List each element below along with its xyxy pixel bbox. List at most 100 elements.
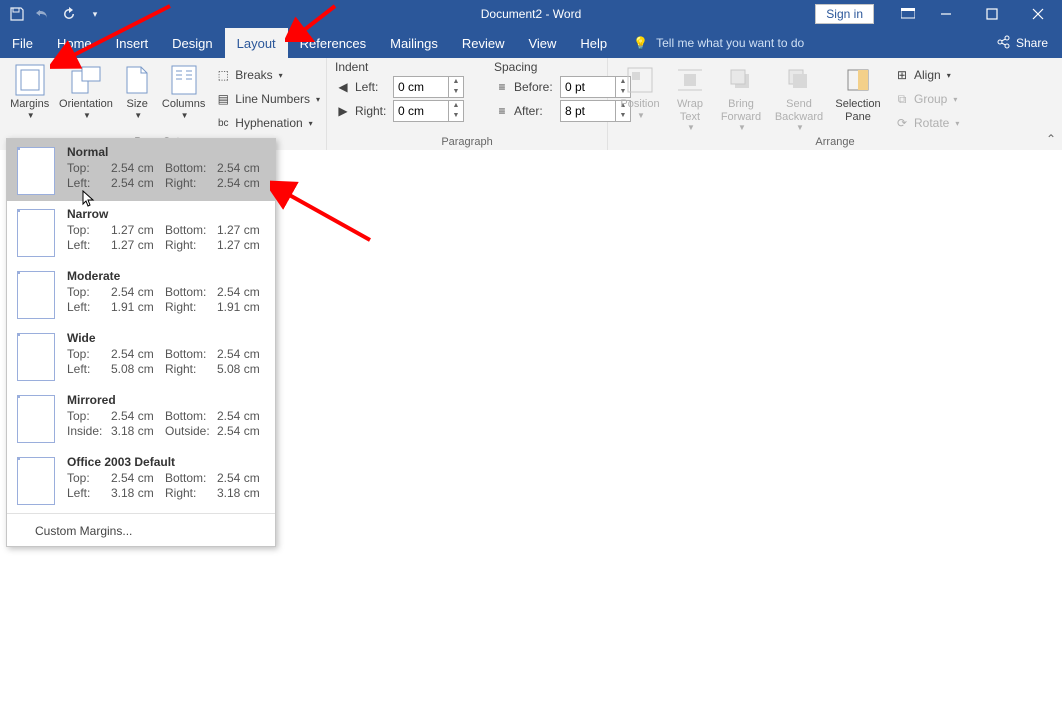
margin-option-name: Moderate (67, 269, 271, 283)
margin-option-name: Narrow (67, 207, 271, 221)
margins-option-normal[interactable]: Normal Top:2.54 cmBottom:2.54 cm Left:2.… (7, 139, 275, 201)
tab-design[interactable]: Design (160, 28, 224, 58)
bring-forward-label: Bring Forward (714, 98, 768, 123)
rotate-icon: ⟳ (894, 115, 910, 131)
sign-in-button[interactable]: Sign in (815, 4, 874, 24)
ribbon-tabs: File Home Insert Design Layout Reference… (0, 28, 1062, 58)
tab-help[interactable]: Help (568, 28, 619, 58)
hyphenation-button[interactable]: bcHyphenation▾ (215, 112, 320, 134)
size-icon (121, 64, 153, 96)
size-label: Size (127, 98, 148, 111)
margin-preview-icon (17, 209, 55, 257)
spacing-after-label: After: (514, 104, 556, 118)
tab-view[interactable]: View (516, 28, 568, 58)
margins-option-moderate[interactable]: Moderate Top:2.54 cmBottom:2.54 cm Left:… (7, 263, 275, 325)
selection-pane-label: Selection Pane (830, 98, 886, 123)
margin-option-name: Wide (67, 331, 271, 345)
group-paragraph: Indent ◀Left:▲▼ ▶Right:▲▼ Spacing ≡Befor… (327, 58, 608, 150)
margin-preview-icon (17, 457, 55, 505)
share-icon (996, 35, 1010, 52)
group-arrange: Position▼ Wrap Text▼ Bring Forward▼ Send… (608, 58, 1062, 150)
align-icon: ⊞ (894, 67, 910, 83)
margin-preview-icon (17, 271, 55, 319)
tell-me-label: Tell me what you want to do (656, 36, 804, 50)
quick-access-toolbar: ▾ (0, 3, 112, 25)
close-button[interactable] (1016, 0, 1060, 28)
tab-mailings[interactable]: Mailings (378, 28, 450, 58)
position-label: Position (620, 98, 659, 111)
orientation-button[interactable]: Orientation▼ (55, 62, 116, 120)
indent-right-icon: ▶ (335, 103, 351, 119)
redo-icon[interactable] (58, 3, 80, 25)
orientation-icon (70, 64, 102, 96)
columns-label: Columns (162, 98, 205, 111)
tab-insert[interactable]: Insert (104, 28, 161, 58)
margin-preview-icon (17, 147, 55, 195)
rotate-button: ⟳Rotate▾ (894, 112, 959, 134)
margin-preview-icon (17, 333, 55, 381)
collapse-ribbon-icon[interactable]: ⌃ (1046, 132, 1056, 146)
indent-left-input[interactable]: ▲▼ (393, 76, 464, 98)
send-backward-label: Send Backward (770, 98, 828, 123)
send-backward-icon (783, 64, 815, 96)
spacing-before-icon: ≡ (494, 79, 510, 95)
align-label: Align (914, 68, 941, 82)
breaks-label: Breaks (235, 68, 272, 82)
line-numbers-label: Line Numbers (235, 92, 310, 106)
selection-pane-button[interactable]: Selection Pane (830, 62, 886, 123)
group-button: ⧉Group▾ (894, 88, 959, 110)
selection-pane-icon (842, 64, 874, 96)
group-page-setup: Margins▼ Orientation▼ Size▼ Columns▼ ⬚ Br… (0, 58, 327, 150)
wrap-text-label: Wrap Text (668, 98, 712, 123)
indent-right-input[interactable]: ▲▼ (393, 100, 464, 122)
minimize-button[interactable] (924, 0, 968, 28)
spacing-after-icon: ≡ (494, 103, 510, 119)
share-button[interactable]: Share (982, 35, 1062, 52)
columns-button[interactable]: Columns▼ (158, 62, 209, 120)
ribbon-display-options-icon[interactable] (894, 0, 922, 28)
position-button: Position▼ (614, 62, 666, 120)
save-icon[interactable] (6, 3, 28, 25)
columns-icon (168, 64, 200, 96)
tab-file[interactable]: File (0, 28, 45, 58)
margins-label: Margins (10, 98, 49, 111)
wrap-text-icon (674, 64, 706, 96)
hyphenation-label: Hyphenation (235, 116, 302, 130)
line-numbers-icon: ▤ (215, 91, 231, 107)
indent-heading: Indent (335, 60, 464, 74)
bring-forward-icon (725, 64, 757, 96)
breaks-button[interactable]: ⬚Breaks▾ (215, 64, 320, 86)
tab-layout[interactable]: Layout (225, 28, 288, 58)
breaks-icon: ⬚ (215, 67, 231, 83)
qat-customize-icon[interactable]: ▾ (84, 3, 106, 25)
tell-me-search[interactable]: 💡 Tell me what you want to do (633, 36, 804, 50)
rotate-label: Rotate (914, 116, 949, 130)
margins-button[interactable]: Margins▼ (6, 62, 53, 120)
margins-option-narrow[interactable]: Narrow Top:1.27 cmBottom:1.27 cm Left:1.… (7, 201, 275, 263)
hyphenation-icon: bc (215, 115, 231, 131)
paragraph-group-label: Paragraph (327, 136, 607, 150)
line-numbers-button[interactable]: ▤Line Numbers▾ (215, 88, 320, 110)
group-objects-label: Group (914, 92, 947, 106)
undo-icon[interactable] (32, 3, 54, 25)
tab-review[interactable]: Review (450, 28, 517, 58)
maximize-button[interactable] (970, 0, 1014, 28)
margins-option-wide[interactable]: Wide Top:2.54 cmBottom:2.54 cm Left:5.08… (7, 325, 275, 387)
margins-option-mirrored[interactable]: Mirrored Top:2.54 cmBottom:2.54 cm Insid… (7, 387, 275, 449)
indent-left-label: Left: (355, 80, 389, 94)
tab-home[interactable]: Home (45, 28, 104, 58)
margins-option-office-2003-default[interactable]: Office 2003 Default Top:2.54 cmBottom:2.… (7, 449, 275, 511)
margin-option-name: Office 2003 Default (67, 455, 271, 469)
document-title: Document2 - Word (481, 7, 581, 21)
margin-preview-icon (17, 395, 55, 443)
align-button[interactable]: ⊞Align▾ (894, 64, 959, 86)
custom-margins-item[interactable]: Custom Margins... (7, 516, 275, 546)
cursor-icon (82, 190, 96, 211)
size-button[interactable]: Size▼ (119, 62, 156, 120)
spacing-before-label: Before: (514, 80, 556, 94)
margins-dropdown: Normal Top:2.54 cmBottom:2.54 cm Left:2.… (6, 138, 276, 547)
wrap-text-button: Wrap Text▼ (668, 62, 712, 132)
margins-icon (14, 64, 46, 96)
tab-references[interactable]: References (288, 28, 378, 58)
send-backward-button: Send Backward▼ (770, 62, 828, 132)
